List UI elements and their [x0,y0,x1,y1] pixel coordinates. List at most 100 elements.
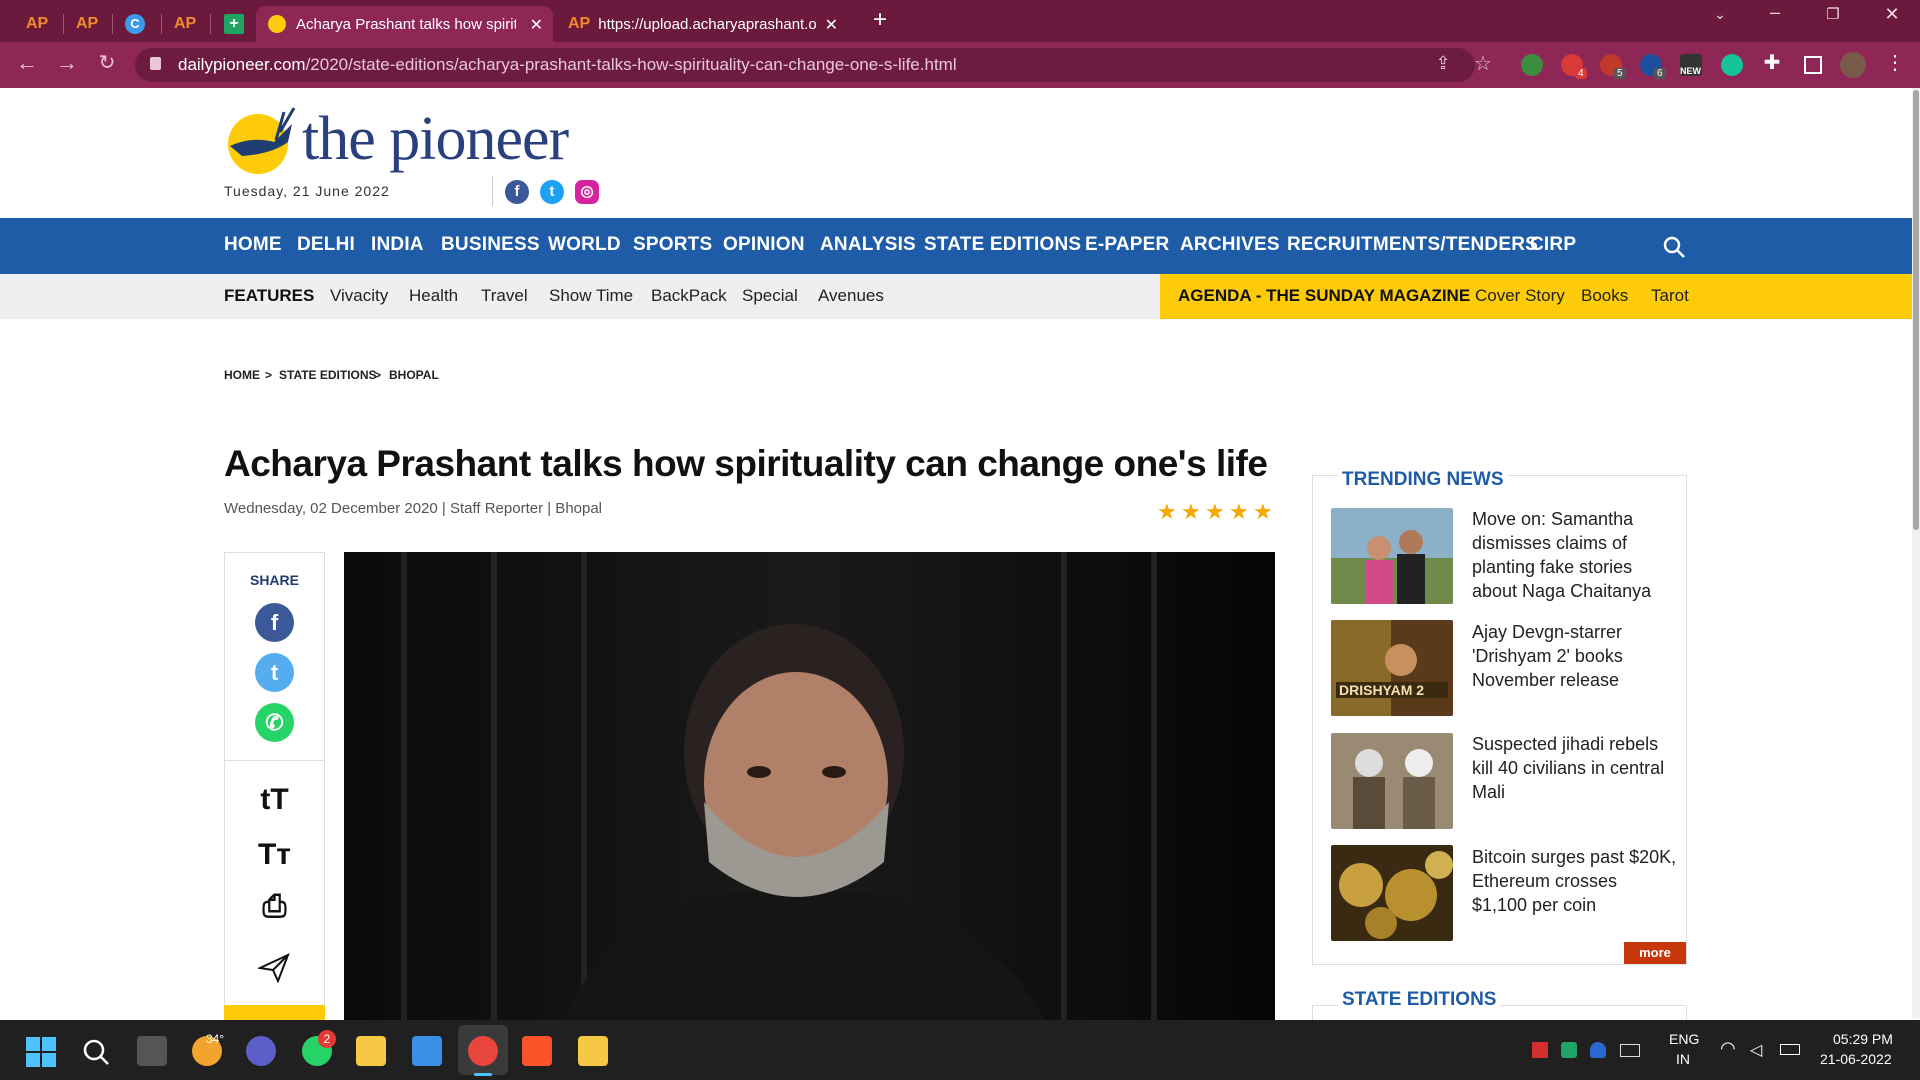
nav-india[interactable]: INDIA [371,234,424,256]
tab-search-icon[interactable]: ⌄ [1700,6,1740,23]
nav-world[interactable]: WORLD [548,234,621,256]
agenda-cover-story[interactable]: Cover Story [1475,286,1565,306]
trending-thumb-3[interactable] [1331,733,1453,829]
defender-icon[interactable] [1590,1042,1606,1058]
trending-more-button[interactable]: more [1624,942,1686,964]
breadcrumb-bhopal[interactable]: BHOPAL [389,368,439,382]
deer-logo-icon[interactable] [222,102,300,174]
clock-time[interactable]: 05:29 PM [1833,1031,1893,1047]
keyboard-icon[interactable] [1620,1044,1640,1057]
puzzle-extensions-icon[interactable]: ✚ [1757,50,1787,75]
tab-5[interactable]: + [212,6,252,42]
rating-star-icon[interactable]: ★ [1181,499,1201,525]
instagram-icon[interactable]: ◎ [575,180,599,204]
brave-icon[interactable] [522,1036,552,1066]
trending-thumb-2[interactable]: DRISHYAM 2 [1331,620,1453,716]
nav-state-editions[interactable]: STATE EDITIONS [924,234,1081,256]
folder-icon[interactable] [578,1036,608,1066]
notepad-icon[interactable] [412,1036,442,1066]
url-text[interactable]: dailypioneer.com/2020/state-editions/ach… [178,55,957,75]
volume-icon[interactable]: ◁ [1750,1040,1762,1060]
share-facebook-icon[interactable]: f [255,603,294,642]
forward-icon[interactable]: → [52,50,82,76]
taskbar-search-icon[interactable] [82,1038,110,1066]
agenda-link[interactable]: AGENDA - THE SUNDAY MAGAZINE [1178,286,1470,306]
nav-opinion[interactable]: OPINION [723,234,805,256]
rating-star-icon[interactable]: ★ [1253,499,1273,525]
reload-icon[interactable]: ↻ [92,50,122,75]
decrease-font-icon[interactable]: Tт [224,838,325,872]
nav-home[interactable]: HOME [224,234,282,256]
share-whatsapp-icon[interactable]: ✆ [255,703,294,742]
subnav-features[interactable]: FEATURES [224,286,314,306]
subnav-vivacity[interactable]: Vivacity [330,286,388,306]
task-view-icon[interactable] [137,1036,167,1066]
nav-e-paper[interactable]: E-PAPER [1085,234,1169,256]
new-tab-icon[interactable]: + [860,6,900,34]
agenda-tarot[interactable]: Tarot [1651,286,1689,306]
increase-font-icon[interactable]: tT [224,783,325,817]
nav-recruitments[interactable]: RECRUITMENTS/TENDERS [1287,234,1538,256]
send-icon[interactable] [258,953,290,983]
chrome-icon[interactable] [468,1036,498,1066]
print-icon[interactable]: ⎙ [224,890,325,924]
tab-active[interactable]: Acharya Prashant talks how spirit ✕ [256,6,553,42]
trending-item-2[interactable]: Ajay Devgn-starrer 'Drishyam 2' books No… [1472,620,1677,692]
rating-star-icon[interactable]: ★ [1157,499,1177,525]
share-page-icon[interactable]: ⇪ [1428,53,1458,74]
avatar[interactable] [1840,52,1866,78]
trending-item-4[interactable]: Bitcoin surges past $20K, Ethereum cross… [1472,845,1677,917]
close-window-icon[interactable]: ✕ [1872,4,1912,25]
clock-date[interactable]: 21-06-2022 [1820,1051,1892,1067]
file-explorer-icon[interactable] [356,1036,386,1066]
windows-start-icon[interactable] [26,1037,56,1067]
language-in[interactable]: IN [1676,1051,1690,1067]
nav-analysis[interactable]: ANALYSIS [820,234,916,256]
side-panel-icon[interactable] [1804,56,1822,74]
subnav-special[interactable]: Special [742,286,798,306]
trending-thumb-4[interactable] [1331,845,1453,941]
scrollbar-thumb[interactable] [1913,90,1919,530]
search-icon[interactable] [1662,235,1686,259]
minimize-icon[interactable]: – [1755,2,1795,23]
trending-thumb-1[interactable] [1331,508,1453,604]
facebook-icon[interactable]: f [505,180,529,204]
site-logo-text[interactable]: the pioneer [302,104,569,175]
extension-icon[interactable] [1521,54,1543,76]
twitter-icon[interactable]: t [540,180,564,204]
subnav-backpack[interactable]: BackPack [651,286,727,306]
tab-4[interactable]: AP [162,6,202,42]
rating-star-icon[interactable]: ★ [1205,499,1225,525]
grammarly-icon[interactable] [1721,54,1743,76]
subnav-show-time[interactable]: Show Time [549,286,633,306]
tab-1[interactable]: AP [14,6,54,42]
close-tab-icon[interactable]: ✕ [530,15,543,35]
language-eng[interactable]: ENG [1669,1031,1699,1047]
rating-star-icon[interactable]: ★ [1229,499,1249,525]
trending-item-1[interactable]: Move on: Samantha dismisses claims of pl… [1472,507,1677,603]
lock-icon[interactable] [150,57,161,70]
subnav-avenues[interactable]: Avenues [818,286,884,306]
tab-7[interactable]: AP https://upload.acharyaprashant.o ✕ [556,6,848,42]
restore-icon[interactable]: ❐ [1813,5,1853,23]
nav-delhi[interactable]: DELHI [297,234,355,256]
nav-cirp[interactable]: CIRP [1530,234,1576,256]
agenda-books[interactable]: Books [1581,286,1628,306]
subnav-travel[interactable]: Travel [481,286,528,306]
back-icon[interactable]: ← [12,50,42,76]
nav-business[interactable]: BUSINESS [441,234,540,256]
tray-app-icon[interactable] [1561,1042,1577,1058]
close-tab-icon[interactable]: ✕ [825,15,838,35]
nav-archives[interactable]: ARCHIVES [1180,234,1280,256]
trending-item-3[interactable]: Suspected jihadi rebels kill 40 civilian… [1472,732,1677,804]
teams-chat-icon[interactable] [246,1036,276,1066]
tab-2[interactable]: AP [64,6,104,42]
share-twitter-icon[interactable]: t [255,653,294,692]
tray-app-icon[interactable] [1532,1042,1548,1058]
wifi-icon[interactable]: ◠ [1720,1038,1736,1059]
menu-dots-icon[interactable]: ⋮ [1880,50,1910,75]
subnav-health[interactable]: Health [409,286,458,306]
breadcrumb-home[interactable]: HOME [224,368,260,382]
battery-icon[interactable] [1780,1044,1800,1055]
tab-3[interactable]: C [113,6,153,42]
